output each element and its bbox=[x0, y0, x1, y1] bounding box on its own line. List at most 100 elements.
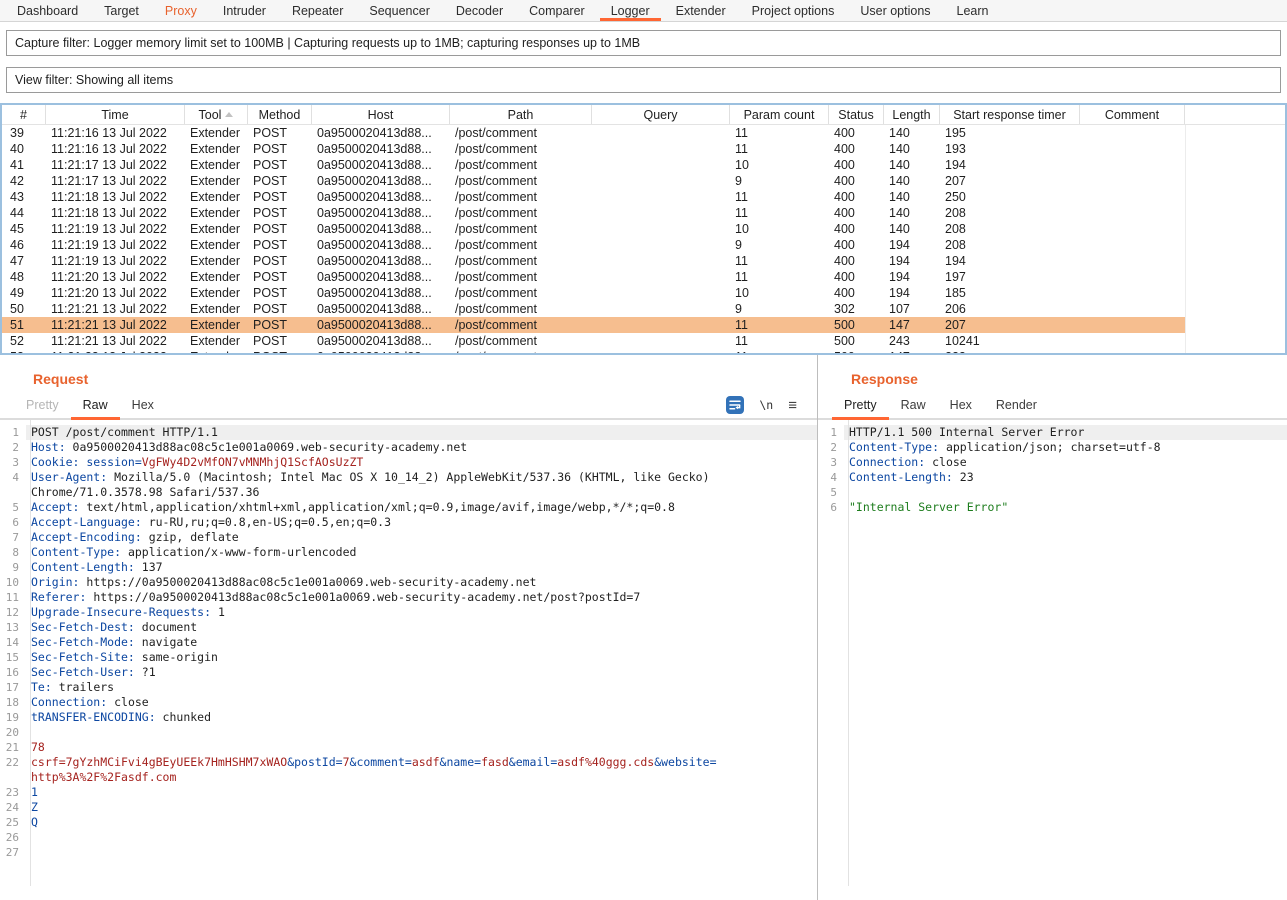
response-tab-raw[interactable]: Raw bbox=[889, 392, 938, 418]
column-header-method[interactable]: Method bbox=[248, 105, 312, 124]
log-cell-param-count: 11 bbox=[730, 125, 829, 141]
log-row-39[interactable]: 3911:21:16 13 Jul 2022ExtenderPOST0a9500… bbox=[2, 125, 1185, 141]
log-cell-length: 140 bbox=[884, 205, 940, 221]
menu-tab-extender[interactable]: Extender bbox=[663, 0, 739, 21]
column-header-start-response-timer[interactable]: Start response timer bbox=[940, 105, 1080, 124]
line-number: 2 bbox=[818, 440, 844, 455]
column-header-tool[interactable]: Tool bbox=[185, 105, 248, 124]
line-number: 24 bbox=[0, 800, 26, 815]
log-row-51[interactable]: 5111:21:21 13 Jul 2022ExtenderPOST0a9500… bbox=[2, 317, 1185, 333]
line-number: 6 bbox=[818, 500, 844, 515]
log-row-47[interactable]: 4711:21:19 13 Jul 2022ExtenderPOST0a9500… bbox=[2, 253, 1185, 269]
log-cell--: 52 bbox=[2, 333, 46, 349]
editor-line: 27 bbox=[0, 845, 817, 860]
log-cell-path: /post/comment bbox=[450, 221, 592, 237]
log-row-41[interactable]: 4111:21:17 13 Jul 2022ExtenderPOST0a9500… bbox=[2, 157, 1185, 173]
log-cell-comment bbox=[1080, 221, 1185, 237]
capture-filter-bar[interactable]: Capture filter: Logger memory limit set … bbox=[6, 30, 1281, 56]
log-cell-comment bbox=[1080, 173, 1185, 189]
response-tab-hex[interactable]: Hex bbox=[938, 392, 984, 418]
log-cell--: 43 bbox=[2, 189, 46, 205]
response-tab-bar: PrettyRawHexRender bbox=[818, 392, 1287, 420]
logger-table-header: #TimeToolMethodHostPathQueryParam countS… bbox=[2, 105, 1285, 125]
log-cell-host: 0a9500020413d88... bbox=[312, 205, 450, 221]
request-tab-hex[interactable]: Hex bbox=[120, 392, 166, 418]
menu-tab-comparer[interactable]: Comparer bbox=[516, 0, 598, 21]
editor-line: 19tRANSFER-ENCODING: chunked bbox=[0, 710, 817, 725]
line-number: 5 bbox=[0, 500, 26, 515]
log-row-50[interactable]: 5011:21:21 13 Jul 2022ExtenderPOST0a9500… bbox=[2, 301, 1185, 317]
log-cell-comment bbox=[1080, 237, 1185, 253]
view-filter-bar[interactable]: View filter: Showing all items bbox=[6, 67, 1281, 93]
log-cell--: 45 bbox=[2, 221, 46, 237]
line-content: tRANSFER-ENCODING: chunked bbox=[26, 710, 817, 725]
line-content: Connection: close bbox=[26, 695, 817, 710]
editor-menu-icon[interactable]: ≡ bbox=[788, 398, 797, 413]
log-row-46[interactable]: 4611:21:19 13 Jul 2022ExtenderPOST0a9500… bbox=[2, 237, 1185, 253]
newline-marker-icon[interactable]: \n bbox=[759, 398, 773, 412]
line-content bbox=[844, 485, 1287, 500]
response-editor[interactable]: 1HTTP/1.1 500 Internal Server Error2Cont… bbox=[818, 420, 1287, 886]
menu-tab-user-options[interactable]: User options bbox=[847, 0, 943, 21]
log-cell-time: 11:21:20 13 Jul 2022 bbox=[46, 285, 185, 301]
log-row-44[interactable]: 4411:21:18 13 Jul 2022ExtenderPOST0a9500… bbox=[2, 205, 1185, 221]
word-wrap-toggle-icon[interactable] bbox=[726, 396, 744, 414]
log-row-49[interactable]: 4911:21:20 13 Jul 2022ExtenderPOST0a9500… bbox=[2, 285, 1185, 301]
request-tab-pretty[interactable]: Pretty bbox=[14, 392, 71, 418]
column-header-comment[interactable]: Comment bbox=[1080, 105, 1185, 124]
column-header-status[interactable]: Status bbox=[829, 105, 884, 124]
menu-tab-intruder[interactable]: Intruder bbox=[210, 0, 279, 21]
log-row-42[interactable]: 4211:21:17 13 Jul 2022ExtenderPOST0a9500… bbox=[2, 173, 1185, 189]
log-row-43[interactable]: 4311:21:18 13 Jul 2022ExtenderPOST0a9500… bbox=[2, 189, 1185, 205]
log-cell-tool: Extender bbox=[185, 205, 248, 221]
log-cell-query bbox=[592, 173, 730, 189]
request-tabs: PrettyRawHex bbox=[14, 392, 166, 418]
column-header-host[interactable]: Host bbox=[312, 105, 450, 124]
log-cell-query bbox=[592, 189, 730, 205]
column-header-length[interactable]: Length bbox=[884, 105, 940, 124]
logger-table[interactable]: #TimeToolMethodHostPathQueryParam countS… bbox=[0, 103, 1287, 355]
column-header-param-count[interactable]: Param count bbox=[730, 105, 829, 124]
editor-line: 8Content-Type: application/x-www-form-ur… bbox=[0, 545, 817, 560]
log-cell-path: /post/comment bbox=[450, 269, 592, 285]
log-cell-length: 194 bbox=[884, 253, 940, 269]
menu-tab-dashboard[interactable]: Dashboard bbox=[4, 0, 91, 21]
request-tab-bar: PrettyRawHex \n ≡ bbox=[0, 392, 817, 420]
menu-tab-logger[interactable]: Logger bbox=[598, 0, 663, 21]
response-tab-render[interactable]: Render bbox=[984, 392, 1049, 418]
menu-tab-learn[interactable]: Learn bbox=[944, 0, 1002, 21]
log-cell-comment bbox=[1080, 253, 1185, 269]
log-row-52[interactable]: 5211:21:21 13 Jul 2022ExtenderPOST0a9500… bbox=[2, 333, 1185, 349]
menu-tab-project-options[interactable]: Project options bbox=[739, 0, 848, 21]
menu-tab-proxy[interactable]: Proxy bbox=[152, 0, 210, 21]
line-content: Accept: text/html,application/xhtml+xml,… bbox=[26, 500, 817, 515]
log-cell-tool: Extender bbox=[185, 141, 248, 157]
column-header-time[interactable]: Time bbox=[46, 105, 185, 124]
request-editor[interactable]: 1POST /post/comment HTTP/1.12Host: 0a950… bbox=[0, 420, 817, 886]
log-row-48[interactable]: 4811:21:20 13 Jul 2022ExtenderPOST0a9500… bbox=[2, 269, 1185, 285]
log-cell-start-response-timer: 208 bbox=[940, 205, 1080, 221]
log-cell--: 51 bbox=[2, 317, 46, 333]
menu-tab-sequencer[interactable]: Sequencer bbox=[356, 0, 442, 21]
log-cell-host: 0a9500020413d88... bbox=[312, 237, 450, 253]
column-header--[interactable]: # bbox=[2, 105, 46, 124]
menu-tab-decoder[interactable]: Decoder bbox=[443, 0, 516, 21]
log-row-40[interactable]: 4011:21:16 13 Jul 2022ExtenderPOST0a9500… bbox=[2, 141, 1185, 157]
log-cell-param-count: 9 bbox=[730, 237, 829, 253]
menu-tab-target[interactable]: Target bbox=[91, 0, 152, 21]
editor-line: 17Te: trailers bbox=[0, 680, 817, 695]
log-row-45[interactable]: 4511:21:19 13 Jul 2022ExtenderPOST0a9500… bbox=[2, 221, 1185, 237]
log-cell-path: /post/comment bbox=[450, 253, 592, 269]
log-cell-host: 0a9500020413d88... bbox=[312, 189, 450, 205]
response-tab-pretty[interactable]: Pretty bbox=[832, 392, 889, 418]
column-header-path[interactable]: Path bbox=[450, 105, 592, 124]
log-cell-query bbox=[592, 125, 730, 141]
menu-tab-repeater[interactable]: Repeater bbox=[279, 0, 356, 21]
log-cell--: 49 bbox=[2, 285, 46, 301]
request-tab-raw[interactable]: Raw bbox=[71, 392, 120, 418]
editor-line: 2Host: 0a9500020413d88ac08c5c1e001a0069.… bbox=[0, 440, 817, 455]
line-number: 9 bbox=[0, 560, 26, 575]
log-cell-path: /post/comment bbox=[450, 189, 592, 205]
log-cell-query bbox=[592, 205, 730, 221]
column-header-query[interactable]: Query bbox=[592, 105, 730, 124]
